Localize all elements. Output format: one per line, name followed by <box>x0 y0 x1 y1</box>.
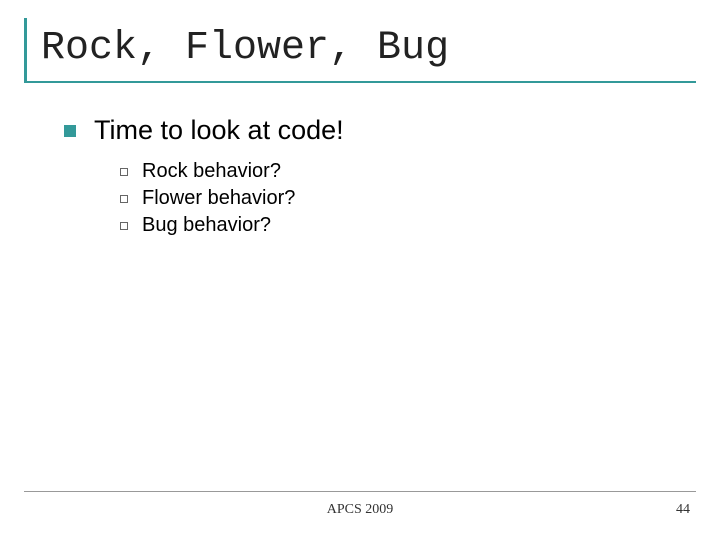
level2-text: Bug behavior? <box>142 214 271 237</box>
bullet-level1: Time to look at code! <box>64 115 696 146</box>
hollow-square-icon <box>120 222 128 230</box>
content-area: Time to look at code! Rock behavior? Flo… <box>24 115 696 237</box>
level1-text: Time to look at code! <box>94 115 344 146</box>
bullet-level2: Flower behavior? <box>120 187 696 210</box>
hollow-square-icon <box>120 195 128 203</box>
title-area: Rock, Flower, Bug <box>24 18 696 83</box>
level2-text: Rock behavior? <box>142 160 281 183</box>
footer-divider <box>24 491 696 492</box>
square-bullet-icon <box>64 125 76 137</box>
slide-title: Rock, Flower, Bug <box>41 26 696 71</box>
bullet-level2: Bug behavior? <box>120 214 696 237</box>
bullet-level2: Rock behavior? <box>120 160 696 183</box>
level2-list: Rock behavior? Flower behavior? Bug beha… <box>64 160 696 237</box>
page-number: 44 <box>676 502 690 518</box>
hollow-square-icon <box>120 168 128 176</box>
footer-text: APCS 2009 <box>327 502 394 518</box>
level2-text: Flower behavior? <box>142 187 295 210</box>
slide-container: Rock, Flower, Bug Time to look at code! … <box>0 0 720 540</box>
